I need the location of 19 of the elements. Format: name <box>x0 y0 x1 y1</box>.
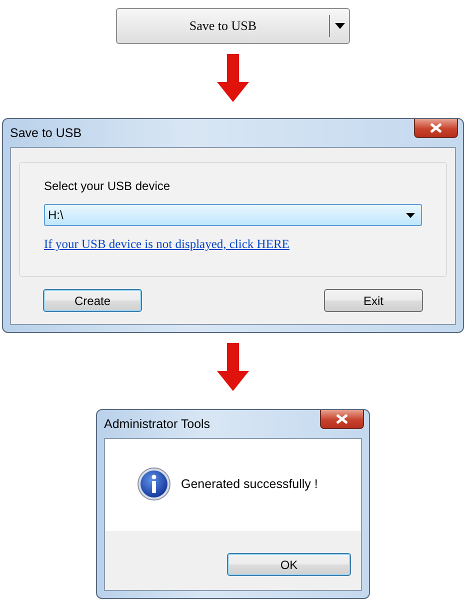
down-arrow-icon <box>217 343 249 391</box>
down-arrow-icon <box>217 54 249 102</box>
dialog-button[interactable]: Exit <box>324 289 423 312</box>
caret-icon <box>334 23 344 29</box>
close-button[interactable] <box>320 410 364 429</box>
close-icon <box>430 123 442 133</box>
window-title: Save to USB <box>10 126 82 140</box>
window-title: Administrator Tools <box>104 417 210 431</box>
info-icon <box>137 467 171 501</box>
caret-icon <box>406 212 415 218</box>
ok-button[interactable]: OK <box>227 553 351 576</box>
close-button[interactable] <box>414 119 458 138</box>
dialog-button[interactable]: Create <box>43 289 142 312</box>
device-prompt-label: Select your USB device <box>44 179 172 193</box>
help-link[interactable]: If your USB device is not displayed, click HERE <box>44 237 290 252</box>
usb-device-dropdown[interactable]: H:\ <box>44 204 422 226</box>
save-to-usb-button[interactable]: Save to USB <box>117 9 329 43</box>
close-icon <box>336 414 348 424</box>
message-text: Generated successfully ! <box>181 477 318 491</box>
